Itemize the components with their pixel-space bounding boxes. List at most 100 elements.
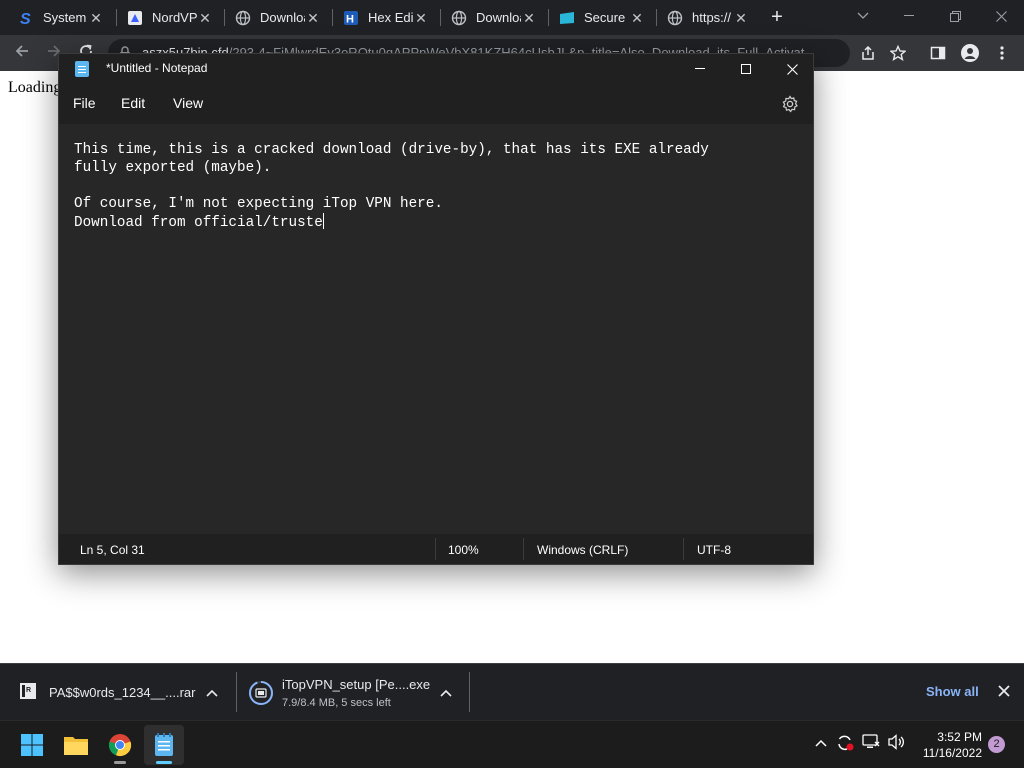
tab-title: NordVPN [152,10,197,25]
sync-alert-icon[interactable] [834,734,856,756]
chevron-up-icon[interactable] [206,684,218,700]
tab-nordvpn[interactable]: NordVPN ✕ [117,4,221,31]
download-item-rar[interactable]: R PA$$w0rds_1234__....rar [0,664,236,721]
notepad-window: *Untitled - Notepad File Edit View This … [58,53,814,565]
close-icon[interactable]: ✕ [413,10,429,26]
file-explorer-icon[interactable] [56,725,96,765]
text-caret [322,213,324,229]
nordvpn-icon [127,10,143,26]
tab-download[interactable]: Download ✕ [225,4,329,31]
close-icon[interactable]: ✕ [629,10,645,26]
menu-edit[interactable]: Edit [121,95,145,111]
network-icon[interactable] [860,734,882,754]
download-divider [469,672,470,712]
text-editor-area[interactable]: This time, this is a cracked download (d… [59,124,813,534]
side-panel-icon[interactable] [926,41,950,65]
globe-icon [451,10,467,26]
share-icon[interactable] [856,41,880,65]
status-divider [435,538,436,560]
rar-archive-icon: R [19,682,37,700]
close-icon[interactable]: ✕ [305,10,321,26]
clock-date: 11/16/2022 [922,746,982,760]
start-icon[interactable] [12,725,52,765]
chevron-up-icon[interactable] [810,734,832,751]
svg-text:S: S [20,11,31,26]
back-button[interactable] [10,41,34,65]
notepad-title-bar[interactable]: *Untitled - Notepad [59,54,813,84]
close-window-button[interactable] [978,0,1024,32]
running-indicator [156,761,172,764]
show-all-link[interactable]: Show all [926,684,979,699]
profile-avatar-icon[interactable] [958,41,982,65]
tab-search-button[interactable] [840,0,886,32]
text-line-current: Download from official/truste [74,213,798,231]
restore-button[interactable] [932,0,978,32]
desktop: S System ✕ NordVPN ✕ Download ✕ H Hex Ed… [0,0,1024,768]
close-button[interactable] [769,54,815,84]
close-icon[interactable]: ✕ [521,10,537,26]
download-shelf: R PA$$w0rds_1234__....rar iTopVPN_setup … [0,663,1024,720]
status-divider [523,538,524,560]
volume-icon[interactable] [886,734,908,754]
svg-text:R: R [26,687,31,694]
new-tab-button[interactable]: + [766,6,788,28]
text-line [74,177,798,195]
tab-hex-editor[interactable]: H Hex Editor ✕ [333,4,437,31]
minimize-button[interactable] [886,0,932,32]
tab-title: Download [476,10,521,25]
chevron-up-icon[interactable] [440,684,452,700]
tab-download-2[interactable]: Download ✕ [441,4,545,31]
tab-title: System [43,10,87,25]
download-status: 7.9/8.4 MB, 5 secs left [282,697,391,709]
close-icon[interactable]: ✕ [88,10,104,26]
more-menu-icon[interactable] [990,41,1014,65]
notepad-icon [75,61,89,77]
close-download-shelf-icon[interactable] [998,681,1010,702]
encoding: UTF-8 [697,543,731,557]
window-title: *Untitled - Notepad [106,61,208,75]
notepad-menu-bar: File Edit View [59,84,813,124]
download-filename: iTopVPN_setup [Pe....exe [282,677,431,692]
text-line: Of course, I'm not expecting iTop VPN he… [74,196,443,212]
download-filename: PA$$w0rds_1234__....rar [49,685,196,700]
bookmark-star-icon[interactable] [886,41,910,65]
maximize-button[interactable] [723,54,769,84]
cursor-position: Ln 5, Col 31 [80,543,145,557]
svg-text:H: H [346,13,354,25]
download-progress-ring [248,680,274,706]
taskbar: 3:52 PM 11/16/2022 2 [0,720,1024,768]
text-line: fully exported (maybe). [74,160,272,176]
status-divider [683,538,684,560]
close-icon[interactable]: ✕ [197,10,213,26]
close-icon[interactable]: ✕ [733,10,749,26]
tab-active-url[interactable]: https:// ✕ [657,4,757,31]
tab-system[interactable]: S System ✕ [8,4,112,31]
secure-folder-icon [559,10,575,26]
s-logo-icon: S [18,10,34,26]
globe-icon [235,10,251,26]
tab-secure[interactable]: Secure ✕ [549,4,653,31]
notepad-status-bar: Ln 5, Col 31 100% Windows (CRLF) UTF-8 [59,534,813,564]
menu-view[interactable]: View [173,95,203,111]
clock-time: 3:52 PM [937,730,982,744]
zoom-level: 100% [448,543,479,557]
tab-title: https:// [692,10,732,25]
tab-title: Download [260,10,305,25]
notepad-taskbar-icon[interactable] [144,725,184,765]
browser-tab-strip: S System ✕ NordVPN ✕ Download ✕ H Hex Ed… [0,0,1024,35]
chrome-icon[interactable] [100,725,140,765]
tab-title: Hex Editor [368,10,413,25]
text-line-content: Download from official/truste [74,215,323,231]
notification-badge[interactable]: 2 [988,736,1005,753]
tab-title: Secure [584,10,626,25]
minimize-button[interactable] [677,54,723,84]
hex-editor-icon: H [343,10,359,26]
globe-icon [667,10,683,26]
line-ending: Windows (CRLF) [537,543,629,557]
running-indicator [114,761,126,764]
settings-gear-icon[interactable] [781,95,799,113]
loading-text: Loading [8,79,62,96]
menu-file[interactable]: File [73,95,96,111]
download-item-exe[interactable]: iTopVPN_setup [Pe....exe 7.9/8.4 MB, 5 s… [237,664,469,721]
system-clock[interactable]: 3:52 PM 11/16/2022 [916,729,982,761]
